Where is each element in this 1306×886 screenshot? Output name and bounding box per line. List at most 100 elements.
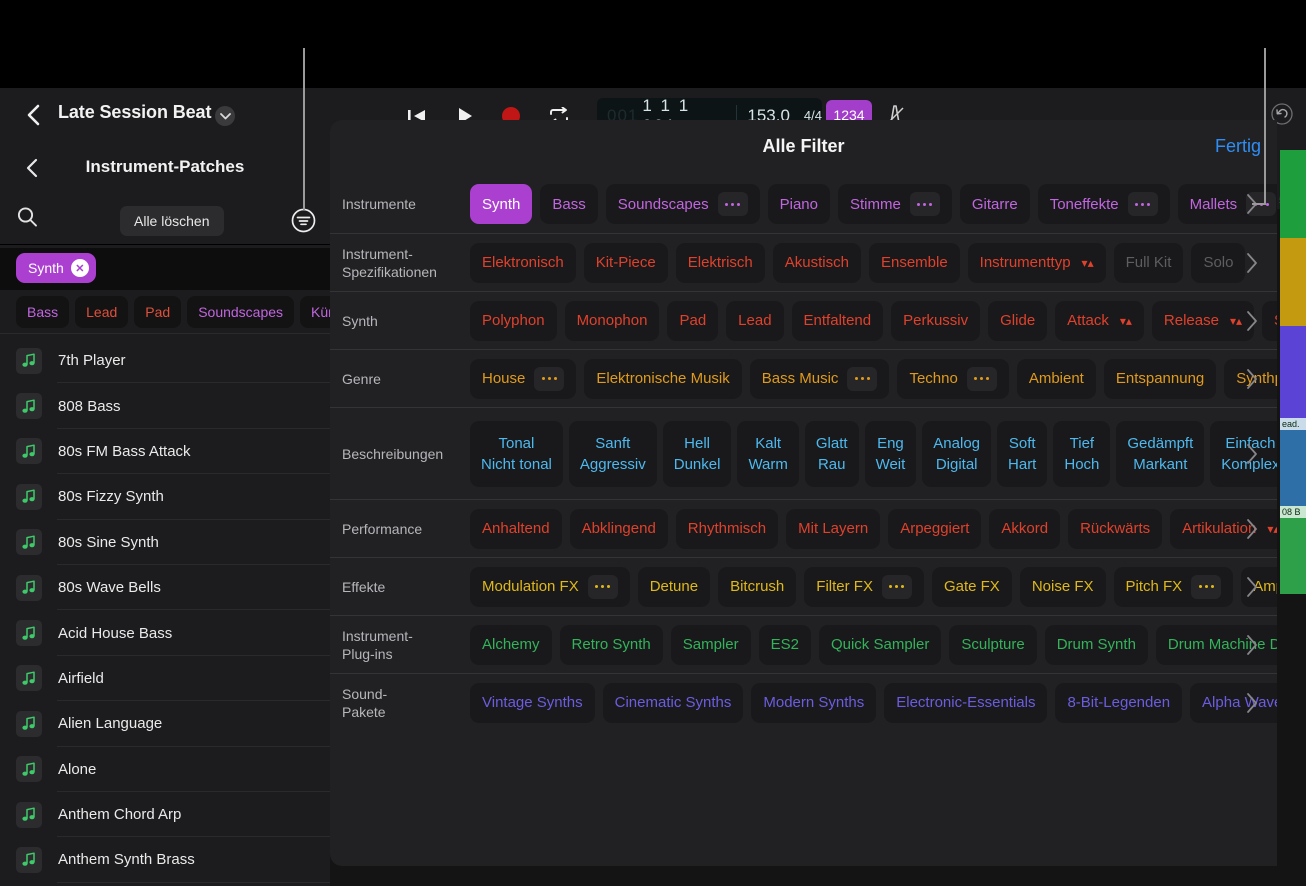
patch-list-item[interactable]: Anthem Synth Brass	[0, 837, 330, 884]
filter-chip-pair[interactable]: Gedämpft Markant	[1116, 420, 1205, 487]
filter-chip[interactable]: Rhythmisch	[675, 508, 779, 549]
filter-chip-label[interactable]: Dunkel	[674, 456, 721, 473]
filter-chip[interactable]: Noise FX	[1019, 566, 1106, 607]
quick-filter-chip[interactable]: Bass	[16, 295, 70, 328]
filter-chip[interactable]: Anhaltend	[470, 508, 562, 549]
track-region[interactable]: ead.	[1280, 418, 1306, 506]
filter-chip-pair[interactable]: Soft Hart	[997, 420, 1048, 487]
more-options-badge[interactable]	[909, 192, 940, 216]
filter-chip[interactable]: Kit-Piece	[583, 242, 668, 283]
filter-chip-pair[interactable]: Kalt Warm	[737, 420, 799, 487]
patch-list-item[interactable]: 808 Bass	[0, 383, 330, 430]
filter-chip[interactable]: Akustisch	[772, 242, 861, 283]
patch-list-item[interactable]: 80s Sine Synth	[0, 520, 330, 566]
filter-chip[interactable]: Entspannung	[1103, 358, 1217, 399]
filter-chip[interactable]: Electronic-Essentials	[884, 682, 1048, 723]
filter-chip-label[interactable]: Analog	[933, 435, 980, 452]
track-region[interactable]	[1280, 326, 1306, 418]
filter-chip[interactable]: Techno	[897, 358, 1009, 399]
filter-chip[interactable]: Polyphon	[470, 300, 557, 341]
active-filter-chip-synth[interactable]: Synth ✕	[16, 253, 96, 283]
filter-chip[interactable]: Elektronische Musik	[584, 358, 742, 399]
filter-chip-label[interactable]: Rau	[818, 456, 846, 473]
filter-chip-pair[interactable]: Glatt Rau	[804, 420, 859, 487]
project-back-button[interactable]	[18, 100, 48, 130]
filter-chip-scroller[interactable]: Modulation FX Detune Bitcrush Filter FX Gate…	[470, 566, 1277, 607]
filter-row-next-button[interactable]	[1245, 518, 1259, 540]
quick-filter-chip[interactable]: Künstlich	[300, 295, 330, 328]
filter-chip[interactable]: Artikulation ▾▴	[1170, 508, 1277, 549]
filter-chip-scroller[interactable]: Elektronisch Kit-Piece Elektrisch Akustisch…	[470, 242, 1277, 283]
filter-chip[interactable]: Filter FX	[804, 566, 924, 607]
filter-chip-pair[interactable]: Eng Weit	[864, 420, 917, 487]
filter-chip[interactable]: Gate FX	[931, 566, 1012, 607]
filter-chip-pair[interactable]: Hell Dunkel	[662, 420, 732, 487]
filter-chip-label[interactable]: Tief	[1070, 435, 1094, 452]
filter-chip[interactable]: Detune	[637, 566, 711, 607]
filter-chip-pair[interactable]: Sanft Aggressiv	[568, 420, 657, 487]
patch-list-item[interactable]: Acid House Bass	[0, 610, 330, 657]
filter-row-next-button[interactable]	[1245, 443, 1259, 465]
filter-chip[interactable]: Elektronisch	[470, 242, 576, 283]
filter-chip-pair[interactable]: Einfach Komplex	[1210, 420, 1277, 487]
quick-filter-chip[interactable]: Soundscapes	[187, 295, 295, 328]
filter-chip-label[interactable]: Weit	[876, 456, 906, 473]
more-options-badge[interactable]	[1191, 574, 1222, 599]
filter-chip-label[interactable]: Markant	[1133, 456, 1187, 473]
filter-chip[interactable]: Perkussiv	[891, 300, 981, 341]
filter-chip-scroller[interactable]: Anhaltend Abklingend Rhythmisch Mit Layern A…	[470, 508, 1277, 549]
patch-list-item[interactable]: Alien Language	[0, 701, 330, 747]
filter-chip-label[interactable]: Hart	[1008, 456, 1036, 473]
more-options-badge[interactable]	[966, 366, 997, 391]
filter-chip[interactable]: Retro Synth	[559, 624, 663, 665]
filter-chip[interactable]: Sampler	[670, 624, 751, 665]
filter-chip[interactable]: Alpha Waves	[1190, 682, 1277, 723]
filter-chip[interactable]: Toneffekte	[1037, 184, 1170, 224]
filter-chip-label[interactable]: Soft	[1009, 435, 1036, 452]
quick-filter-chip-row[interactable]: BassLeadPadSoundscapesKünstlich	[0, 290, 330, 334]
filter-chip[interactable]: Stimme	[838, 184, 952, 224]
filter-chip[interactable]: Release ▾▴	[1151, 300, 1254, 341]
filter-chip[interactable]: Vintage Synths	[470, 682, 595, 723]
more-options-badge[interactable]	[1127, 192, 1158, 216]
stepper-icon[interactable]: ▾▴	[1120, 315, 1132, 327]
filter-chip-scroller[interactable]: Synth Bass Soundscapes Piano Stimme Gitarre To…	[470, 184, 1277, 224]
filter-chip[interactable]: Monophon	[564, 300, 660, 341]
patch-list-item[interactable]: 80s FM Bass Attack	[0, 429, 330, 475]
filter-chip-scroller[interactable]: Polyphon Monophon Pad Lead Entfaltend Perkuss…	[470, 300, 1277, 341]
filter-chip-scroller[interactable]: Alchemy Retro Synth Sampler ES2 Quick Sample…	[470, 624, 1277, 665]
filter-chip[interactable]: Soundscapes	[605, 184, 760, 224]
quick-filter-chip[interactable]: Pad	[134, 295, 182, 328]
filter-chip[interactable]: Gitarre	[959, 184, 1030, 224]
track-region[interactable]	[1280, 150, 1306, 238]
patch-list-item[interactable]: Alone	[0, 747, 330, 793]
more-options-badge[interactable]	[847, 366, 878, 391]
filter-chip-label[interactable]: Warm	[748, 456, 787, 473]
more-options-badge[interactable]	[587, 574, 618, 599]
patch-list-item[interactable]: 80s Wave Bells	[0, 565, 330, 611]
filter-chip-scroller[interactable]: Vintage Synths Cinematic Synths Modern Syn…	[470, 682, 1277, 723]
filter-row-next-button[interactable]	[1245, 368, 1259, 390]
more-options-badge[interactable]	[717, 192, 748, 216]
filter-chip-label[interactable]: Tonal	[499, 435, 535, 452]
patch-list-item[interactable]: Airfield	[0, 656, 330, 702]
filter-chip[interactable]: Rückwärts	[1068, 508, 1163, 549]
patch-list-item[interactable]: 7th Player	[0, 338, 330, 384]
filter-chip-label[interactable]: Aggressiv	[580, 456, 646, 473]
filter-chip[interactable]: Arpeggiert	[888, 508, 982, 549]
filter-chip[interactable]: Modulation FX	[470, 566, 630, 607]
filter-chip[interactable]: Akkord	[989, 508, 1061, 549]
filter-chip[interactable]: Attack ▾▴	[1055, 300, 1144, 341]
filter-options-button[interactable]	[291, 208, 316, 233]
filter-chip-scroller[interactable]: Tonal Nicht tonal Sanft Aggressiv Hell Dunkel…	[470, 420, 1277, 487]
filter-row-next-button[interactable]	[1245, 576, 1259, 598]
patch-list-item[interactable]: 80s Fizzy Synth	[0, 474, 330, 520]
filter-row-next-button[interactable]	[1245, 692, 1259, 714]
done-button[interactable]: Fertig	[1215, 136, 1261, 157]
filter-chip-label[interactable]: Sanft	[595, 435, 630, 452]
clear-all-filters-button[interactable]: Alle löschen	[120, 206, 224, 236]
filter-chip[interactable]: Drum Synth	[1044, 624, 1148, 665]
stepper-icon[interactable]: ▾▴	[1082, 257, 1094, 269]
filter-chip[interactable]: Quick Sampler	[818, 624, 942, 665]
filter-chip[interactable]: Piano	[767, 184, 830, 224]
